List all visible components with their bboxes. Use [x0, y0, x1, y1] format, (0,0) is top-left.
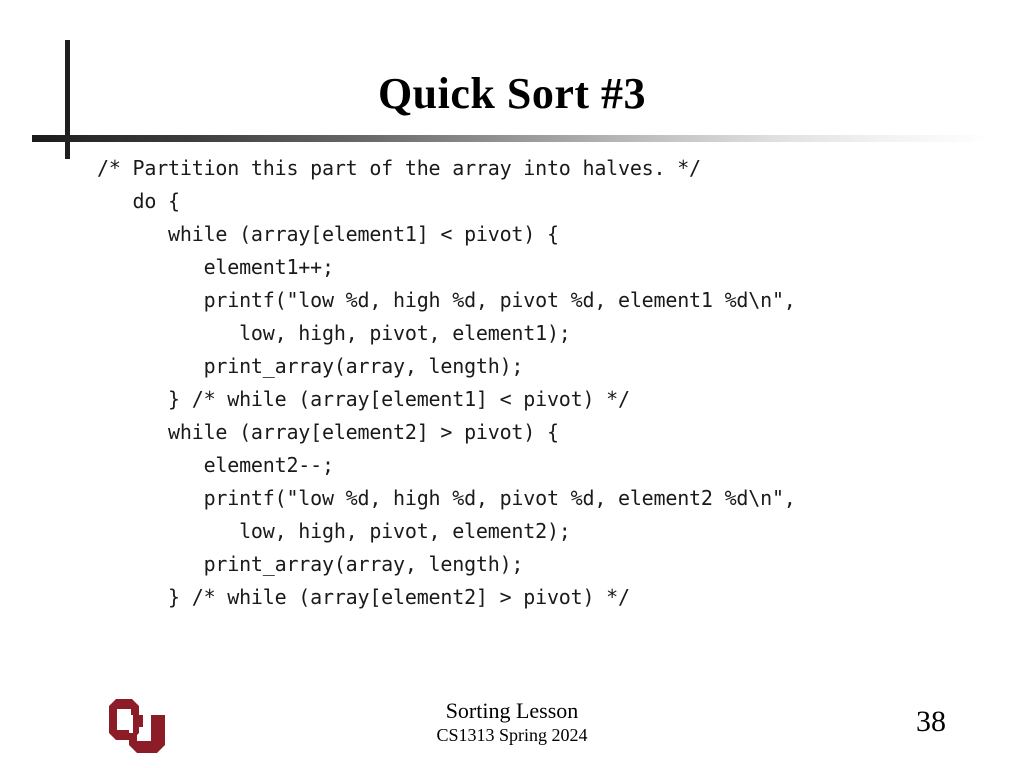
code-line: } /* while (array[element2] > pivot) */	[97, 585, 630, 609]
slide-canvas: Quick Sort #3 /* Partition this part of …	[0, 0, 1024, 768]
code-line: low, high, pivot, element1);	[97, 321, 571, 345]
page-title: Quick Sort #3	[377, 69, 647, 118]
code-line: do {	[97, 189, 181, 213]
code-line: while (array[element1] < pivot) {	[97, 222, 559, 246]
code-line: /* Partition this part of the array into…	[97, 156, 701, 180]
code-line: print_array(array, length);	[97, 354, 524, 378]
page-number: 38	[916, 705, 946, 738]
code-line: low, high, pivot, element2);	[97, 519, 571, 543]
code-line: element2--;	[97, 453, 334, 477]
code-line: } /* while (array[element1] < pivot) */	[97, 387, 630, 411]
code-block: /* Partition this part of the array into…	[97, 152, 997, 614]
code-line: while (array[element2] > pivot) {	[97, 420, 559, 444]
code-line: print_array(array, length);	[97, 552, 524, 576]
code-line: element1++;	[97, 255, 334, 279]
code-line: printf("low %d, high %d, pivot %d, eleme…	[97, 288, 796, 312]
code-line: printf("low %d, high %d, pivot %d, eleme…	[97, 486, 796, 510]
footer-lesson: Sorting Lesson	[445, 698, 579, 723]
footer: Sorting Lesson CS1313 Spring 2024	[0, 698, 1024, 746]
title-horizontal-rule	[32, 135, 1022, 142]
footer-course: CS1313 Spring 2024	[436, 725, 588, 745]
